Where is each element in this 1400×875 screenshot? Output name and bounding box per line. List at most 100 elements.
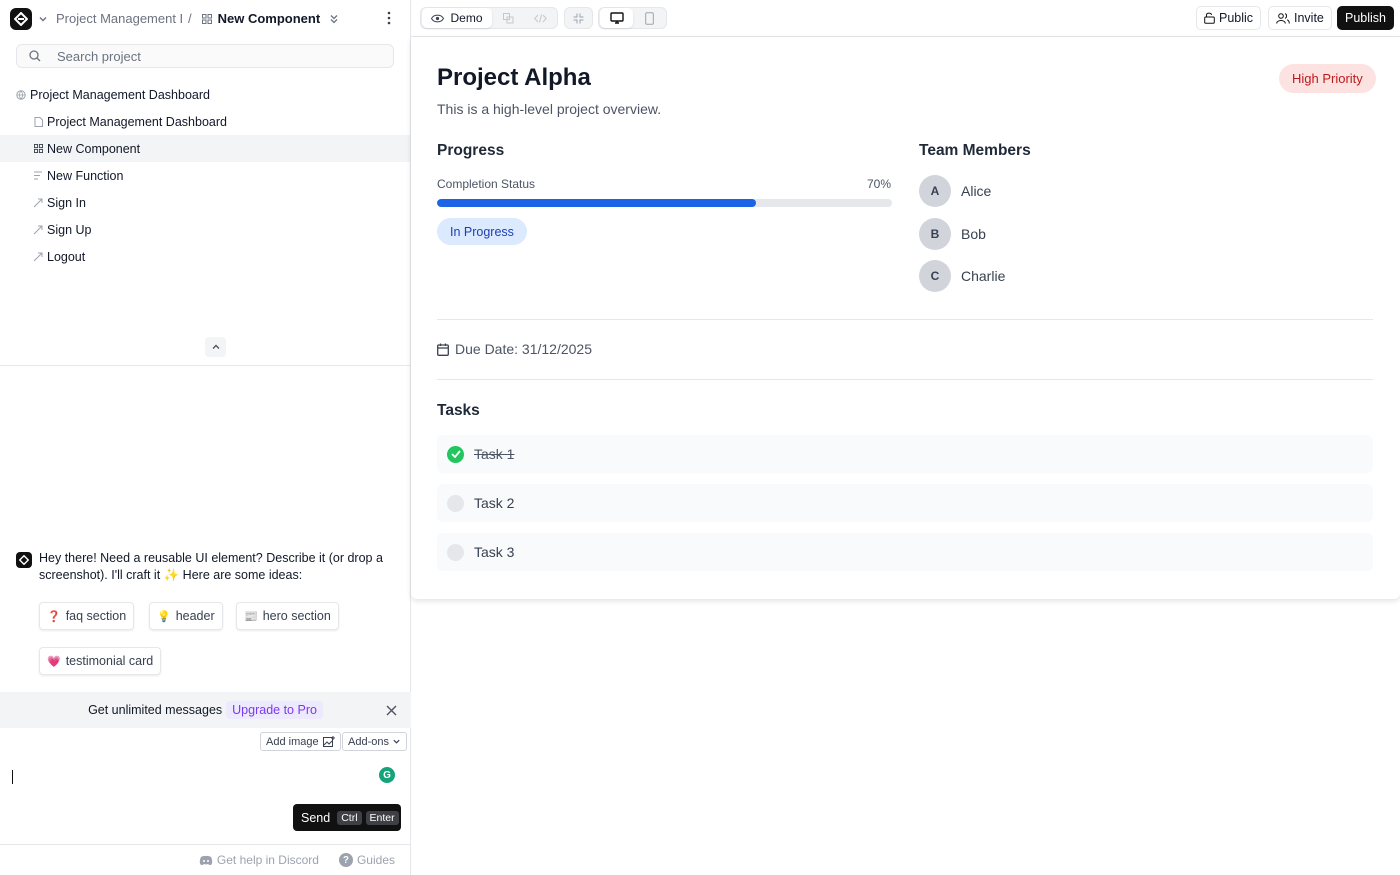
task-row[interactable]: Task 1 — [437, 435, 1373, 473]
public-button[interactable]: Public — [1196, 6, 1262, 30]
send-label: Send — [301, 810, 331, 825]
invite-button[interactable]: Invite — [1268, 6, 1332, 30]
chevron-down-icon — [392, 737, 401, 746]
more-vertical-icon[interactable] — [385, 11, 393, 25]
demo-tab[interactable]: Demo — [422, 8, 492, 28]
tree-item-sign-up[interactable]: Sign Up — [0, 216, 410, 243]
code-tab[interactable] — [524, 8, 556, 28]
search-input[interactable] — [57, 48, 357, 64]
due-date-text: Due Date: 31/12/2025 — [455, 341, 592, 357]
message-input[interactable] — [12, 770, 13, 784]
tree-item-sign-in[interactable]: Sign In — [0, 189, 410, 216]
close-icon[interactable] — [386, 703, 397, 719]
tree-root-label: Project Management Dashboard — [30, 88, 210, 102]
upgrade-banner: Get unlimited messages Upgrade to Pro — [0, 692, 411, 728]
circle-icon[interactable] — [447, 543, 464, 561]
component-icon — [201, 13, 212, 24]
public-label: Public — [1219, 11, 1254, 25]
completion-label: Completion Status — [437, 177, 536, 191]
tree-item-logout[interactable]: Logout — [0, 243, 410, 270]
breadcrumb-project[interactable]: Project Management Da — [56, 11, 182, 26]
publish-label: Publish — [1345, 11, 1386, 25]
assistant-message: Hey there! Need a reusable UI element? D… — [16, 550, 396, 584]
code-icon — [533, 13, 547, 23]
heart-icon: 💗 — [47, 655, 61, 668]
tree-item-label: Project Management Dashboard — [47, 114, 227, 129]
upgrade-button[interactable]: Upgrade to Pro — [226, 701, 323, 719]
suggestion-label: hero section — [262, 609, 331, 623]
tree-item-dashboard[interactable]: Project Management Dashboard — [0, 108, 410, 135]
layers-icon — [502, 12, 514, 24]
task-label: Task 3 — [474, 544, 515, 560]
suggestion-hero-section[interactable]: 📰 hero section — [236, 602, 339, 630]
app-logo[interactable] — [10, 7, 32, 30]
circle-icon[interactable] — [447, 494, 464, 512]
desktop-view-button[interactable] — [600, 8, 633, 28]
users-icon — [1276, 12, 1290, 24]
send-button[interactable]: Send Ctrl Enter — [293, 804, 401, 831]
assistant-avatar — [16, 552, 32, 568]
publish-button[interactable]: Publish — [1337, 6, 1394, 30]
avatar: C — [919, 260, 951, 292]
demo-label: Demo — [450, 11, 483, 25]
addons-dropdown[interactable]: Add-ons — [342, 732, 407, 751]
component-icon — [33, 144, 43, 154]
search-box[interactable] — [16, 44, 394, 68]
task-label: Task 2 — [474, 495, 515, 511]
section-divider — [437, 319, 1373, 320]
fullscreen-button[interactable] — [565, 8, 592, 28]
progress-bar-fill — [437, 199, 756, 207]
task-row[interactable]: Task 2 — [437, 484, 1373, 522]
mobile-view-button[interactable] — [633, 8, 666, 28]
suggestion-header[interactable]: 💡 header — [149, 602, 223, 630]
sidebar: Project Management Da / New Component — [0, 0, 411, 875]
sidebar-footer: Get help in Discord ? Guides — [0, 844, 411, 875]
eye-icon — [431, 14, 445, 23]
discord-link[interactable]: Get help in Discord — [199, 853, 319, 867]
smartphone-icon — [645, 11, 654, 25]
collapse-panel-button[interactable] — [205, 337, 226, 357]
tasks-heading: Tasks — [437, 402, 480, 419]
assistant-message-text: Hey there! Need a reusable UI element? D… — [39, 551, 383, 582]
tree-item-label: New Component — [47, 141, 141, 156]
lock-open-icon — [1204, 12, 1215, 24]
tree-item-new-component[interactable]: New Component — [0, 135, 410, 162]
team-member: A Alice — [919, 175, 991, 207]
addons-label: Add-ons — [348, 735, 389, 748]
function-icon — [33, 171, 43, 181]
lightbulb-icon: 💡 — [157, 610, 171, 623]
link-icon — [33, 252, 43, 262]
chevron-down-icon[interactable] — [38, 14, 48, 24]
avatar: B — [919, 218, 951, 250]
tree-item-label: Sign In — [47, 195, 86, 210]
chevrons-down-icon[interactable] — [329, 14, 339, 24]
tree-root[interactable]: Project Management Dashboard — [16, 86, 210, 104]
upgrade-text: Get unlimited messages — [88, 703, 223, 717]
check-circle-icon[interactable] — [447, 445, 464, 463]
image-plus-icon — [322, 736, 335, 747]
task-row[interactable]: Task 3 — [437, 533, 1373, 571]
monitor-icon — [609, 12, 624, 24]
copy-tab[interactable] — [492, 8, 524, 28]
newspaper-icon: 📰 — [244, 610, 258, 623]
team-heading: Team Members — [919, 142, 1031, 159]
completion-percent: 70% — [867, 177, 892, 191]
breadcrumb-separator: / — [188, 11, 192, 26]
tree-item-label: Sign Up — [47, 222, 92, 237]
suggestion-testimonial-card[interactable]: 💗 testimonial card — [39, 647, 162, 675]
guides-label: Guides — [356, 853, 395, 867]
guides-link[interactable]: ? Guides — [338, 853, 395, 867]
add-image-button[interactable]: Add image — [260, 732, 341, 751]
tree-item-new-function[interactable]: New Function — [0, 162, 410, 189]
help-circle-icon: ? — [338, 853, 353, 867]
link-icon — [33, 198, 43, 208]
progress-heading: Progress — [437, 142, 505, 159]
question-icon: ❓ — [47, 610, 61, 623]
suggestion-label: testimonial card — [65, 654, 154, 668]
panel-divider[interactable] — [0, 365, 411, 366]
breadcrumb-current[interactable]: New Component — [218, 11, 321, 26]
grammarly-icon[interactable]: G — [379, 767, 395, 783]
suggestion-faq-section[interactable]: ❓ faq section — [39, 602, 135, 630]
page-icon — [33, 116, 43, 127]
shrink-icon — [573, 13, 584, 24]
